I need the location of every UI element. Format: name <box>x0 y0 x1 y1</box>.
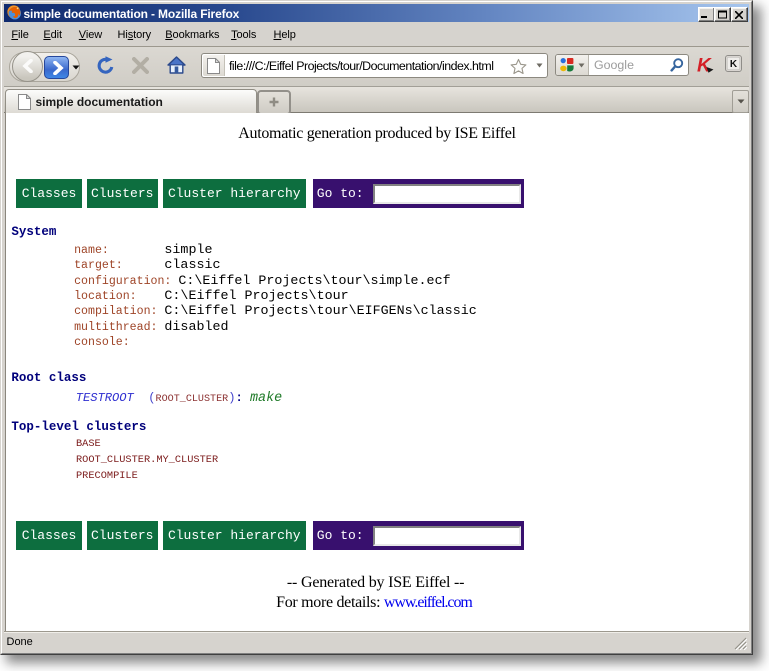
svg-text:K: K <box>697 56 712 76</box>
svg-text:K: K <box>730 59 738 70</box>
